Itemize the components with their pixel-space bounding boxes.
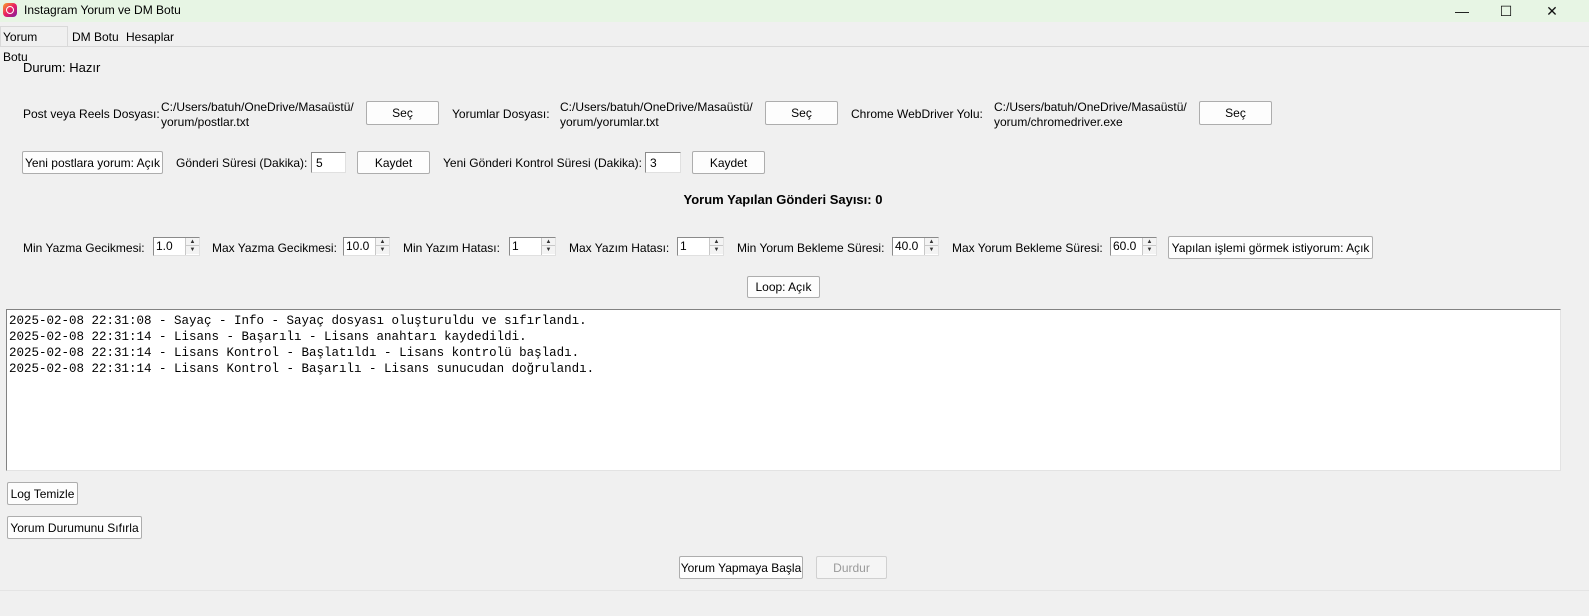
comments-file-path-line2: yorum/yorumlar.txt: [560, 115, 659, 129]
max-typing-delay-label: Max Yazma Gecikmesi:: [212, 241, 337, 255]
min-typo-spinbox[interactable]: 1 ▲ ▼: [509, 237, 556, 256]
comments-file-label: Yorumlar Dosyası:: [452, 107, 550, 121]
log-line: 2025-02-08 22:31:14 - Lisans Kontrol - B…: [9, 346, 580, 360]
stop-button[interactable]: Durdur: [816, 556, 887, 579]
spin-down-icon[interactable]: ▼: [710, 246, 723, 254]
post-file-label: Post veya Reels Dosyası:: [23, 107, 160, 121]
footer-divider: [0, 590, 1589, 591]
maximize-icon[interactable]: ☐: [1483, 0, 1529, 22]
spin-down-icon[interactable]: ▼: [1143, 246, 1156, 254]
spin-down-icon[interactable]: ▼: [186, 246, 199, 254]
webdriver-path-label: Chrome WebDriver Yolu:: [851, 107, 983, 121]
check-interval-label: Yeni Gönderi Kontrol Süresi (Dakika):: [443, 156, 642, 170]
log-output[interactable]: 2025-02-08 22:31:08 - Sayaç - Info - Say…: [6, 309, 1561, 471]
spin-up-icon[interactable]: ▲: [925, 238, 938, 246]
spin-up-icon[interactable]: ▲: [186, 238, 199, 246]
spin-down-icon[interactable]: ▼: [376, 246, 389, 254]
check-interval-save-button[interactable]: Kaydet: [692, 151, 765, 174]
max-typing-delay-spinbox[interactable]: 10.0 ▲ ▼: [343, 237, 390, 256]
new-posts-comment-toggle[interactable]: Yeni postlara yorum: Açık: [22, 151, 163, 174]
post-file-path-line2: yorum/postlar.txt: [161, 115, 250, 129]
minimize-icon[interactable]: —: [1439, 0, 1485, 22]
max-wait-value: 60.0: [1113, 239, 1137, 253]
log-line: 2025-02-08 22:31:14 - Lisans Kontrol - B…: [9, 362, 595, 376]
post-file-select-button[interactable]: Seç: [366, 101, 439, 125]
webdriver-path-line1: C:/Users/batuh/OneDrive/Masaüstü/: [994, 100, 1187, 114]
max-wait-label: Max Yorum Bekleme Süresi:: [952, 241, 1103, 255]
webdriver-select-button[interactable]: Seç: [1199, 101, 1272, 125]
loop-toggle[interactable]: Loop: Açık: [747, 276, 820, 298]
min-typing-delay-label: Min Yazma Gecikmesi:: [23, 241, 145, 255]
min-wait-value: 40.0: [895, 239, 919, 253]
tab-dm-botu[interactable]: DM Botu: [70, 29, 124, 47]
check-interval-input[interactable]: 3: [645, 152, 681, 173]
log-line: 2025-02-08 22:31:14 - Lisans - Başarılı …: [9, 330, 527, 344]
close-icon[interactable]: ✕: [1529, 0, 1575, 22]
min-typing-delay-spinbox[interactable]: 1.0 ▲ ▼: [153, 237, 200, 256]
webdriver-path-line2: yorum/chromedriver.exe: [994, 115, 1123, 129]
commented-post-counter: Yorum Yapılan Gönderi Sayısı: 0: [683, 192, 883, 207]
min-typo-label: Min Yazım Hatası:: [403, 241, 500, 255]
post-interval-label: Gönderi Süresi (Dakika):: [176, 156, 308, 170]
max-wait-spinbox[interactable]: 60.0 ▲ ▼: [1110, 237, 1157, 256]
spin-down-icon[interactable]: ▼: [925, 246, 938, 254]
post-file-path-line1: C:/Users/batuh/OneDrive/Masaüstü/: [161, 100, 354, 114]
clear-log-button[interactable]: Log Temizle: [7, 482, 78, 505]
min-wait-spinbox[interactable]: 40.0 ▲ ▼: [892, 237, 939, 256]
tab-divider: [0, 46, 1589, 47]
tab-hesaplar[interactable]: Hesaplar: [124, 29, 178, 47]
show-actions-toggle[interactable]: Yapılan işlemi görmek istiyorum: Açık: [1168, 236, 1373, 259]
window-title: Instagram Yorum ve DM Botu: [24, 3, 181, 17]
reset-comment-status-button[interactable]: Yorum Durumunu Sıfırla: [7, 516, 142, 539]
spin-up-icon[interactable]: ▲: [1143, 238, 1156, 246]
spin-up-icon[interactable]: ▲: [542, 238, 555, 246]
status-label: Durum: Hazır: [23, 60, 101, 75]
comments-file-select-button[interactable]: Seç: [765, 101, 838, 125]
min-typo-value: 1: [512, 239, 519, 253]
log-line: 2025-02-08 22:31:08 - Sayaç - Info - Say…: [9, 314, 587, 328]
tab-yorum-botu[interactable]: Yorum Botu: [0, 26, 68, 64]
max-typo-value: 1: [680, 239, 687, 253]
comments-file-path-line1: C:/Users/batuh/OneDrive/Masaüstü/: [560, 100, 753, 114]
app-logo-icon: [3, 3, 17, 17]
max-typo-label: Max Yazım Hatası:: [569, 241, 670, 255]
start-commenting-button[interactable]: Yorum Yapmaya Başla: [679, 556, 803, 579]
spin-down-icon[interactable]: ▼: [542, 246, 555, 254]
max-typo-spinbox[interactable]: 1 ▲ ▼: [677, 237, 724, 256]
post-interval-input[interactable]: 5: [311, 152, 346, 173]
min-wait-label: Min Yorum Bekleme Süresi:: [737, 241, 885, 255]
title-bar: Instagram Yorum ve DM Botu — ☐ ✕: [0, 0, 1589, 22]
min-typing-delay-value: 1.0: [156, 239, 173, 253]
post-interval-save-button[interactable]: Kaydet: [357, 151, 430, 174]
max-typing-delay-value: 10.0: [346, 239, 370, 253]
spin-up-icon[interactable]: ▲: [710, 238, 723, 246]
spin-up-icon[interactable]: ▲: [376, 238, 389, 246]
